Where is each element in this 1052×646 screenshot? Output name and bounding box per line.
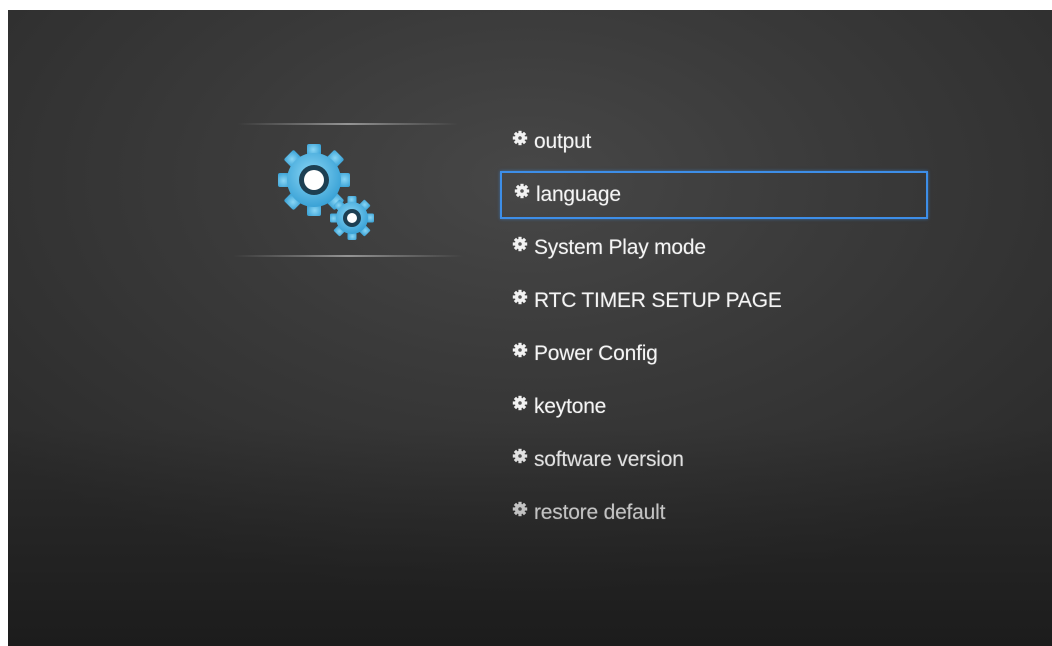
tv-screen: output language System Play mode RTC TIM… — [8, 10, 1052, 646]
menu-item-label: software version — [534, 448, 684, 471]
menu-item-label: keytone — [534, 395, 607, 418]
gear-bullet-icon — [512, 501, 528, 517]
gear-bullet-icon — [514, 183, 530, 199]
menu-item-label: Power Config — [534, 342, 658, 365]
menu-item-output[interactable]: output — [500, 118, 940, 166]
menu-item-label: RTC TIMER SETUP PAGE — [534, 289, 782, 312]
menu-item-label: language — [536, 183, 621, 206]
menu-item-language[interactable]: language — [500, 171, 928, 219]
gear-bullet-icon — [512, 448, 528, 464]
icon-divider-bottom — [233, 255, 463, 257]
gear-bullet-icon — [512, 395, 528, 411]
menu-item-software-version[interactable]: software version — [500, 436, 940, 484]
settings-gears-icon — [278, 144, 374, 240]
menu-item-label: System Play mode — [534, 236, 706, 259]
menu-item-keytone[interactable]: keytone — [500, 383, 940, 431]
menu-item-system-play-mode[interactable]: System Play mode — [500, 224, 940, 272]
icon-divider-top — [238, 123, 458, 125]
gear-bullet-icon — [512, 342, 528, 358]
menu-item-restore-default[interactable]: restore default — [500, 489, 940, 537]
menu-item-label: output — [534, 130, 592, 153]
gear-bullet-icon — [512, 236, 528, 252]
menu-item-label: restore default — [534, 501, 666, 524]
gear-bullet-icon — [512, 289, 528, 305]
menu-item-power-config[interactable]: Power Config — [500, 330, 940, 378]
settings-menu: output language System Play mode RTC TIM… — [500, 118, 940, 542]
photo-frame: output language System Play mode RTC TIM… — [0, 0, 1052, 646]
menu-item-rtc-timer-setup[interactable]: RTC TIMER SETUP PAGE — [500, 277, 940, 325]
gear-bullet-icon — [512, 130, 528, 146]
